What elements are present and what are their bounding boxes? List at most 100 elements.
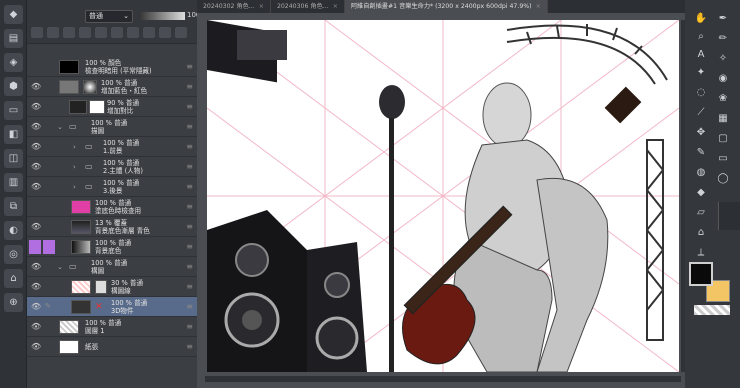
close-icon[interactable]: × [259, 3, 264, 10]
reference-layer-icon[interactable] [63, 27, 75, 38]
layer-row[interactable]: 👁 › ▭ 100 % 普通 1.前景 ≡ [27, 137, 197, 157]
mask-icon[interactable]: ◧ [4, 125, 23, 144]
layer-row[interactable]: 👁 100 % 普通 增加藍色・紅色 ≡ [27, 77, 197, 97]
copy-layer-icon[interactable] [143, 27, 155, 38]
lock-icon[interactable]: ⌂ [4, 269, 23, 288]
close-icon[interactable]: × [536, 3, 541, 10]
menu-icon[interactable]: ≡ [186, 322, 193, 331]
eye-icon[interactable]: 👁 [31, 262, 41, 271]
pen-icon[interactable]: ✒ [715, 10, 731, 26]
brush-icon[interactable]: ✎ [693, 144, 709, 160]
hand-icon[interactable]: ✋ [693, 10, 709, 26]
new-folder-icon[interactable] [127, 27, 139, 38]
decoration-icon[interactable]: ❀ [715, 90, 731, 106]
layer-color-toggle-icon[interactable] [95, 27, 107, 38]
tab-document-2[interactable]: 20240306 角色... × [271, 0, 345, 13]
eraser-icon[interactable]: ▱ [693, 204, 709, 220]
fill-icon[interactable]: ◈ [4, 53, 23, 72]
blend-mode-select[interactable]: 普通 ⌄ [85, 10, 133, 23]
pencil-icon[interactable]: ✏ [715, 30, 731, 46]
text-icon[interactable]: A [693, 46, 709, 62]
close-icon[interactable]: × [333, 3, 338, 10]
eye-icon[interactable]: 👁 [31, 82, 41, 91]
lasso-icon[interactable]: ◌ [693, 84, 709, 100]
menu-icon[interactable]: ≡ [186, 302, 193, 311]
eye-icon[interactable]: 👁 [31, 142, 41, 151]
chevron-down-icon[interactable]: ⌄ [57, 123, 63, 131]
layer-property-icon[interactable]: ◆ [4, 5, 23, 24]
lock-transparent-icon[interactable] [31, 27, 43, 38]
menu-icon[interactable]: ≡ [186, 162, 193, 171]
shape-icon[interactable]: ▢ [715, 130, 731, 146]
wand-icon[interactable]: ✧ [715, 50, 731, 66]
ruler-tool-icon[interactable]: ⟂ [693, 244, 709, 260]
ruler-icon[interactable]: ◫ [4, 149, 23, 168]
eye-icon[interactable]: 👁 [31, 302, 41, 311]
layer-row[interactable]: 👁 › ▭ 100 % 普通 3.後景 ≡ [27, 177, 197, 197]
menu-icon[interactable]: ≡ [186, 102, 193, 111]
menu-icon[interactable]: ≡ [186, 222, 193, 231]
eye-icon[interactable]: 👁 [31, 122, 41, 131]
sub-tool-tab[interactable] [718, 202, 740, 230]
horizontal-scrollbar[interactable] [205, 376, 681, 382]
new-layer-icon[interactable] [111, 27, 123, 38]
tab-document-active[interactable]: 阿維自創插畫#1 音樂生命力* (3200 x 2400px 600dpi 47… [344, 0, 548, 13]
menu-icon[interactable]: ≡ [186, 122, 193, 131]
layer-row[interactable]: 👁 紙張 ≡ [27, 337, 197, 357]
layer-row[interactable]: 👁 30 % 普通 構圖線 ≡ [27, 277, 197, 297]
chevron-right-icon[interactable]: › [73, 143, 76, 151]
balloon-icon[interactable]: ◯ [715, 170, 731, 186]
merge-icon[interactable]: ⧉ [4, 197, 23, 216]
opacity-slider[interactable] [139, 12, 185, 20]
menu-icon[interactable]: ≡ [186, 142, 193, 151]
layer-row[interactable]: 100 % 普通 背景底色 ≡ [27, 237, 197, 257]
menu-icon[interactable]: ≡ [186, 262, 193, 271]
layer-row[interactable]: 👁 › ▭ 100 % 普通 2.主體 (人物) ≡ [27, 157, 197, 177]
layer-row[interactable]: 👁 13 % 覆蓋 背景底色漸層 青色 ≡ [27, 217, 197, 237]
fill-bucket-icon[interactable]: ◆ [693, 184, 709, 200]
new-raster-layer-icon[interactable]: ▤ [4, 29, 23, 48]
foreground-color-swatch[interactable] [689, 262, 713, 286]
eye-icon[interactable]: 👁 [31, 282, 41, 291]
menu-icon[interactable]: ≡ [186, 282, 193, 291]
layer-row[interactable]: 👁 ⌄ ▭ 100 % 普通 構圖 ≡ [27, 257, 197, 277]
eye-icon[interactable]: 👁 [31, 222, 41, 231]
layer-color-icon[interactable]: ◐ [4, 221, 23, 240]
folder-icon[interactable]: ▭ [4, 101, 23, 120]
trash-icon[interactable]: ▥ [4, 173, 23, 192]
reference-icon[interactable]: ◎ [4, 245, 23, 264]
eye-icon[interactable]: 👁 [31, 102, 41, 111]
eye-icon[interactable]: 👁 [31, 182, 41, 191]
menu-icon[interactable]: ≡ [186, 62, 193, 71]
airbrush-icon[interactable]: ◉ [715, 70, 731, 86]
delete-layer-icon[interactable] [175, 27, 187, 38]
transparent-color-swatch[interactable] [694, 305, 730, 315]
eye-icon[interactable]: 👁 [31, 162, 41, 171]
move-icon[interactable]: ✥ [693, 124, 709, 140]
frame-icon[interactable]: ▭ [715, 150, 731, 166]
eye-icon[interactable]: 👁 [31, 322, 41, 331]
layer-row-selected[interactable]: 👁 ✎ ✕ 100 % 普通 3D物件 ≡ [27, 297, 197, 317]
layer-row[interactable]: 👁 100 % 普通 圖層 1 ≡ [27, 317, 197, 337]
blend-icon[interactable]: ◍ [693, 164, 709, 180]
clip-below-icon[interactable] [47, 27, 59, 38]
layer-row[interactable]: 👁 90 % 普通 增加對比 ≡ [27, 97, 197, 117]
gradient-icon[interactable]: ▦ [715, 110, 731, 126]
layer-row[interactable]: 100 % 普通 塗底色時檢查用 ≡ [27, 197, 197, 217]
mask-layer-icon[interactable] [159, 27, 171, 38]
chevron-right-icon[interactable]: › [73, 163, 76, 171]
chevron-right-icon[interactable]: › [73, 183, 76, 191]
chevron-down-icon[interactable]: ⌄ [57, 263, 63, 271]
figure-icon[interactable]: ⌂ [693, 224, 709, 240]
draft-layer-icon[interactable] [79, 27, 91, 38]
zoom-icon[interactable]: ⌕ [693, 28, 709, 44]
menu-icon[interactable]: ≡ [186, 202, 193, 211]
eye-icon[interactable]: 👁 [31, 342, 41, 351]
menu-icon[interactable]: ≡ [186, 242, 193, 251]
tab-document-1[interactable]: 20240302 角色... × [197, 0, 271, 13]
drawing-canvas[interactable] [207, 20, 679, 372]
menu-icon[interactable]: ≡ [186, 182, 193, 191]
select-icon[interactable]: ✦ [693, 64, 709, 80]
menu-icon[interactable]: ≡ [186, 82, 193, 91]
layer-row[interactable]: 100 % 顏色 檢查明暗用 (平常隱藏) ≡ [27, 57, 197, 77]
